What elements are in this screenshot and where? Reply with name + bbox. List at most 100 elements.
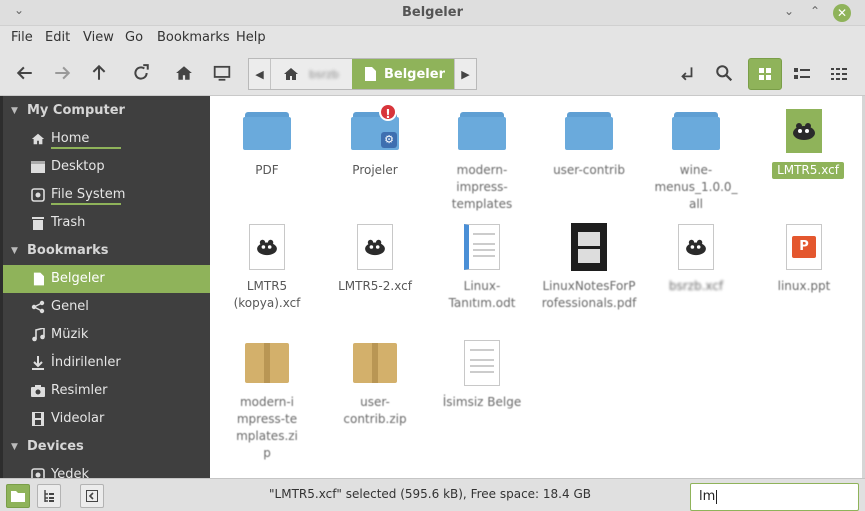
- file-item[interactable]: Linux-Tanıtım.odt: [428, 220, 536, 310]
- folder-icon: [11, 491, 25, 502]
- sidebar-section-my-computer[interactable]: ▼ My Computer: [0, 97, 210, 125]
- home-icon: [31, 132, 45, 146]
- section-title: Bookmarks: [27, 243, 109, 258]
- sidebar-item-label: Yedek: [51, 467, 89, 478]
- arrow-left-icon: [16, 66, 32, 80]
- section-title: Devices: [27, 439, 84, 454]
- expand-triangle-icon: ▼: [11, 246, 18, 256]
- file-item[interactable]: LMTR5-2.xcf: [321, 220, 429, 300]
- breadcrumb-prev-button[interactable]: ◀: [249, 59, 271, 89]
- file-name: LinuxNotesForProfessionals.pdf: [541, 279, 637, 310]
- section-title: My Computer: [27, 103, 125, 118]
- sidebar-item-muzik[interactable]: Müzik: [3, 321, 210, 349]
- sidebar-item-indirilenler[interactable]: İndirilenler: [3, 349, 210, 377]
- computer-button[interactable]: [211, 62, 233, 84]
- location-toggle-icon: [681, 67, 693, 81]
- close-icon[interactable]: ✕: [833, 4, 851, 22]
- search-input-value: lm: [699, 489, 716, 504]
- reload-button[interactable]: [130, 62, 152, 84]
- gimp-image-icon: [750, 104, 858, 158]
- pdf-document-icon: [535, 220, 643, 274]
- tree-icon: [44, 490, 54, 502]
- show-places-button[interactable]: [6, 484, 30, 508]
- icon-view-button[interactable]: [748, 58, 782, 90]
- home-icon: [284, 68, 298, 80]
- file-name: LMTR5.xcf: [772, 162, 844, 179]
- menu-file[interactable]: File: [11, 30, 33, 45]
- status-bar: "LMTR5.xcf" selected (595.6 kB), Free sp…: [0, 478, 865, 511]
- list-view-button[interactable]: [785, 58, 819, 90]
- file-item[interactable]: bsrzb.xcf: [642, 220, 750, 300]
- compact-list-icon: [831, 68, 847, 80]
- file-item[interactable]: modern-impress-templates: [428, 104, 536, 211]
- archive-icon: [321, 336, 429, 390]
- file-item[interactable]: wine-menus_1.0.0_all: [642, 104, 750, 211]
- home-button[interactable]: [173, 62, 195, 84]
- breadcrumb-home-segment[interactable]: bsrzb: [271, 59, 352, 89]
- gimp-image-icon: [321, 220, 429, 274]
- show-treeview-button[interactable]: [37, 484, 61, 508]
- sidebar-item-yedek[interactable]: Yedek: [3, 461, 210, 478]
- document-icon: [31, 272, 45, 286]
- folder-icon: ! ⚙: [321, 103, 429, 158]
- file-item[interactable]: user-contrib.zip: [321, 336, 429, 426]
- sidebar-section-bookmarks[interactable]: ▼ Bookmarks: [0, 237, 210, 265]
- drive-icon: [31, 468, 45, 478]
- file-name: LMTR5 (kopya).xcf: [233, 279, 301, 310]
- file-item[interactable]: LMTR5 (kopya).xcf: [213, 220, 321, 310]
- sidebar-section-devices[interactable]: ▼ Devices: [0, 433, 210, 461]
- gimp-image-icon: [213, 220, 321, 274]
- file-item[interactable]: P linux.ppt: [750, 220, 858, 300]
- menu-view[interactable]: View: [83, 30, 114, 45]
- file-name: modern-impress-templates: [451, 163, 513, 211]
- folder-icon: [428, 104, 536, 158]
- file-name: user-contrib: [553, 163, 625, 177]
- up-button[interactable]: [88, 62, 110, 84]
- sidebar-item-trash[interactable]: Trash: [3, 209, 210, 237]
- sidebar-item-genel[interactable]: Genel: [3, 293, 210, 321]
- breadcrumb-current-label: Belgeler: [384, 66, 445, 82]
- menu-go[interactable]: Go: [125, 30, 143, 45]
- presentation-icon: P: [750, 220, 858, 274]
- file-item[interactable]: PDF: [213, 104, 321, 184]
- breadcrumb-home-label: bsrzb: [309, 67, 339, 81]
- file-item[interactable]: modern-impress-templates.zip: [213, 336, 321, 460]
- file-item[interactable]: İsimsiz Belge: [428, 336, 536, 416]
- sidebar-item-label: File System: [51, 187, 126, 202]
- file-name: linux.ppt: [777, 279, 831, 293]
- file-name: modern-impress-templates.zip: [236, 395, 298, 460]
- minimize-icon[interactable]: ⌄: [782, 4, 796, 18]
- sidebar-item-videolar[interactable]: Videolar: [3, 405, 210, 433]
- menu-bookmarks[interactable]: Bookmarks: [157, 30, 230, 45]
- file-name: LMTR5-2.xcf: [338, 279, 412, 293]
- back-button[interactable]: [14, 62, 36, 84]
- search-input[interactable]: lm: [690, 483, 859, 511]
- file-item[interactable]: user-contrib: [535, 104, 643, 184]
- expand-triangle-icon: ▼: [11, 106, 18, 116]
- sidebar-item-belgeler[interactable]: Belgeler: [3, 265, 210, 293]
- breadcrumb-current-segment[interactable]: Belgeler: [352, 59, 454, 89]
- file-item[interactable]: ! ⚙ Projeler: [321, 103, 429, 184]
- text-document-icon: [428, 220, 536, 274]
- sidebar-item-desktop[interactable]: Desktop: [3, 153, 210, 181]
- search-icon: [716, 65, 733, 82]
- file-item[interactable]: LinuxNotesForProfessionals.pdf: [535, 220, 643, 330]
- sidebar-item-resimler[interactable]: Resimler: [3, 377, 210, 405]
- hide-sidebar-button[interactable]: [80, 484, 104, 508]
- forward-button[interactable]: [51, 62, 73, 84]
- file-name: Linux-Tanıtım.odt: [448, 279, 516, 310]
- menu-help[interactable]: Help: [236, 30, 266, 45]
- breadcrumb-next-button[interactable]: ▶: [454, 59, 476, 89]
- drive-icon: [31, 188, 45, 202]
- menu-edit[interactable]: Edit: [45, 30, 70, 45]
- film-icon: [31, 412, 45, 426]
- file-item-selected[interactable]: LMTR5.xcf: [750, 104, 858, 184]
- compact-view-button[interactable]: [822, 58, 856, 90]
- toggle-location-button[interactable]: [676, 62, 698, 84]
- desktop-icon: [31, 160, 45, 174]
- maximize-icon[interactable]: ⌃: [808, 4, 822, 18]
- emblem-important-icon: !: [379, 103, 397, 121]
- file-view: PDF ! ⚙ Projeler modern-impress-template…: [210, 96, 862, 478]
- file-name: İsimsiz Belge: [442, 395, 522, 409]
- search-button[interactable]: [713, 62, 735, 84]
